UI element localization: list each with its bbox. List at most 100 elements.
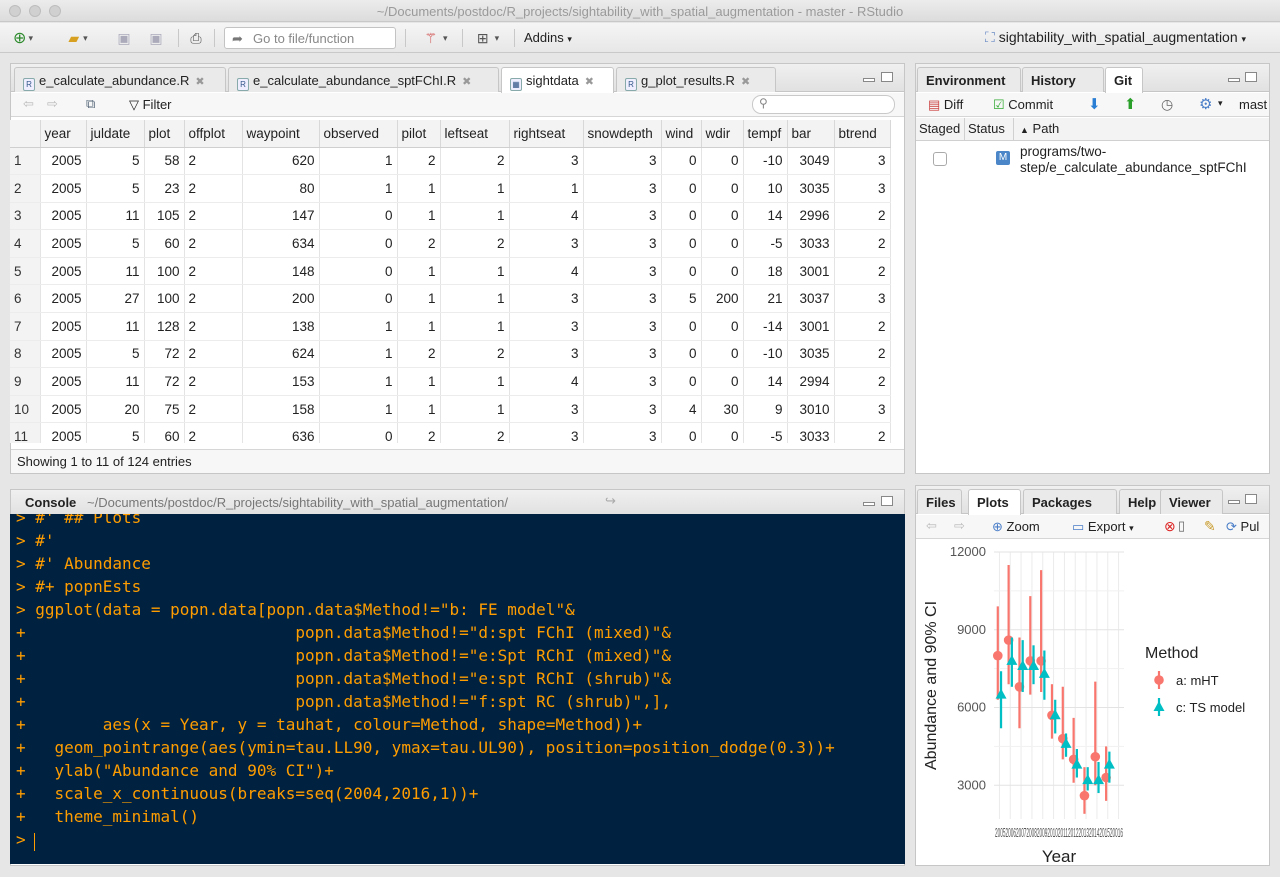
save-icon[interactable]: ▣ xyxy=(115,29,133,47)
publish-label: Pul xyxy=(1240,519,1260,534)
close-tab-icon[interactable]: ✖ xyxy=(741,76,750,88)
maximize-console-button[interactable] xyxy=(881,496,893,506)
tab-g-plot-results[interactable]: Rg_plot_results.R ✖ xyxy=(616,67,776,92)
minimize-plots-button[interactable] xyxy=(1228,500,1240,504)
history-clock-icon[interactable]: ◷ xyxy=(1161,96,1173,113)
forward-icon[interactable]: ⇨ xyxy=(47,96,58,112)
next-plot-icon[interactable]: ⇨ xyxy=(954,518,965,534)
save-all-icon[interactable]: ▣ xyxy=(146,29,166,47)
col-staged[interactable]: Staged xyxy=(919,121,960,136)
tab-viewer[interactable]: Viewer xyxy=(1160,489,1223,514)
table-cell: 1 xyxy=(319,312,398,341)
column-header-year[interactable]: year xyxy=(40,120,87,148)
col-status[interactable]: Status xyxy=(968,121,1005,136)
table-cell: 1 xyxy=(397,312,441,341)
commit-button[interactable]: ☑ Commit xyxy=(993,97,1053,113)
tab-environment[interactable]: Environment xyxy=(917,67,1021,92)
gear-icon[interactable]: ⚙ xyxy=(1199,95,1212,113)
col-path[interactable]: ▲ Path xyxy=(1020,121,1059,136)
pull-icon[interactable]: ⬇ xyxy=(1088,95,1101,113)
column-header-btrend[interactable]: btrend xyxy=(834,120,891,148)
entries-count: Showing 1 to 11 of 124 entries xyxy=(17,454,192,469)
row-number-cell: 5 xyxy=(10,257,41,286)
open-project-icon[interactable]: ▰ ▾ xyxy=(58,29,98,47)
column-header-snowdepth[interactable]: snowdepth xyxy=(583,120,662,148)
table-cell: 2 xyxy=(184,229,243,258)
console-line: + popn.data$Method!="d:spt FChI (mixed)"… xyxy=(16,623,672,642)
tab-git[interactable]: Git xyxy=(1105,67,1143,93)
table-row: 6 2005 27 100 2 200 0 1 1 3 3 5 200 21 3037 3 xyxy=(10,284,891,314)
git-icon[interactable]: ⚚ ▾ xyxy=(416,29,456,47)
column-header-waypoint[interactable]: waypoint xyxy=(242,120,320,148)
maximize-env-button[interactable] xyxy=(1245,72,1257,82)
column-header-pilot[interactable]: pilot xyxy=(397,120,441,148)
clear-plots-broom-icon[interactable]: ✎ xyxy=(1204,518,1216,535)
goto-directory-icon[interactable]: ↪ xyxy=(605,493,616,509)
data-point-mht xyxy=(992,650,1003,661)
gear-dropdown-icon[interactable]: ▾ xyxy=(1218,98,1223,109)
minimize-console-button[interactable] xyxy=(863,502,875,506)
stage-checkbox[interactable] xyxy=(933,152,947,166)
filter-button[interactable]: ▽ Filter xyxy=(129,97,172,113)
tab-packages[interactable]: Packages xyxy=(1023,489,1117,514)
column-header-bar[interactable]: bar xyxy=(787,120,835,148)
tab-e-calculate-abundance-sptfchi[interactable]: Re_calculate_abundance_sptFChI.R ✖ xyxy=(228,67,499,92)
remove-plot-icon[interactable]: ⊗ xyxy=(1164,518,1176,535)
close-tab-icon[interactable]: ✖ xyxy=(585,76,594,88)
table-cell: 0 xyxy=(701,422,744,443)
maximize-pane-button[interactable] xyxy=(881,72,893,82)
console-line: > #+ popnEsts xyxy=(16,577,142,596)
legend-label: a: mHT xyxy=(1176,673,1219,688)
branch-label[interactable]: mast xyxy=(1239,97,1267,112)
diff-button[interactable]: ▤ Diff xyxy=(928,97,963,113)
back-icon[interactable]: ⇦ xyxy=(23,96,34,112)
column-header-tempf[interactable]: tempf xyxy=(743,120,788,148)
table-row: 8 2005 5 72 2 624 1 2 2 3 3 0 0 -10 3035 2 xyxy=(10,340,891,369)
popout-icon[interactable]: ⧉ xyxy=(86,96,95,112)
maximize-plots-button[interactable] xyxy=(1245,494,1257,504)
plots-pane: Files Plots Packages Help Viewer ⇦ ⇨ ⊕ Z… xyxy=(915,485,1270,866)
table-cell: 0 xyxy=(319,229,398,258)
column-header-offplot[interactable]: offplot xyxy=(184,120,243,148)
table-row: 4 2005 5 60 2 634 0 2 2 3 3 0 0 -5 3033 2 xyxy=(10,229,891,258)
zoom-button[interactable]: ⊕ Zoom xyxy=(992,519,1040,535)
push-icon[interactable]: ⬆ xyxy=(1124,95,1137,113)
git-file-row[interactable]: M programs/two- step/e_calculate_abundan… xyxy=(916,142,1269,180)
pane-layout-icon[interactable]: ⊞ ▾ xyxy=(468,29,508,47)
table-row: 1 2005 5 58 2 620 1 2 2 3 3 0 0 -10 3049 3 xyxy=(10,147,891,176)
close-tab-icon[interactable]: ✖ xyxy=(195,76,204,88)
minimize-pane-button[interactable] xyxy=(863,78,875,82)
x-axis-label: Year xyxy=(1042,847,1077,864)
tab-history[interactable]: History xyxy=(1022,67,1104,92)
addins-menu[interactable]: Addins ▾ xyxy=(524,30,572,45)
prev-plot-icon[interactable]: ⇦ xyxy=(926,518,937,534)
table-row: 3 2005 11 105 2 147 0 1 1 4 3 0 0 14 2996 2 xyxy=(10,202,891,231)
row-number-cell: 8 xyxy=(10,340,41,369)
tab-sightdata[interactable]: ▦ sightdata ✖ xyxy=(501,67,614,93)
column-header-wind[interactable]: wind xyxy=(661,120,702,148)
minimize-env-button[interactable] xyxy=(1228,78,1240,82)
new-file-icon[interactable]: ⊕ ▾ xyxy=(8,29,38,47)
tab-e-calculate-abundance[interactable]: Re_calculate_abundance.R ✖ xyxy=(14,67,226,92)
project-menu[interactable]: ⛶ sightability_with_spatial_augmentation… xyxy=(985,29,1246,46)
column-header-rightseat[interactable]: rightseat xyxy=(509,120,584,148)
tab-label: e_calculate_abundance.R xyxy=(39,73,190,88)
search-input[interactable]: ⚲ xyxy=(752,95,895,114)
vertical-splitter[interactable] xyxy=(906,63,914,866)
tab-files[interactable]: Files xyxy=(917,489,962,514)
publish-button[interactable]: ⟳ Pul xyxy=(1226,519,1259,535)
column-header-juldate[interactable]: juldate xyxy=(86,120,145,148)
column-header-wdir[interactable]: wdir xyxy=(701,120,744,148)
tab-plots[interactable]: Plots xyxy=(968,489,1021,515)
tab-help[interactable]: Help xyxy=(1119,489,1165,514)
table-cell: 0 xyxy=(701,257,744,286)
print-icon[interactable]: ⎙ xyxy=(186,29,206,47)
go-to-file-input[interactable]: ➦ Go to file/function xyxy=(224,27,396,49)
table-cell: 1 xyxy=(440,257,510,286)
export-button[interactable]: ▭ Export ▾ xyxy=(1072,519,1134,535)
column-header-leftseat[interactable]: leftseat xyxy=(440,120,510,148)
console-output[interactable]: > #' ## Plots > #' > #' Abundance > #+ popn… xyxy=(10,514,905,864)
column-header-plot[interactable]: plot xyxy=(144,120,185,148)
close-tab-icon[interactable]: ✖ xyxy=(462,76,471,88)
column-header-observed[interactable]: observed xyxy=(319,120,398,148)
